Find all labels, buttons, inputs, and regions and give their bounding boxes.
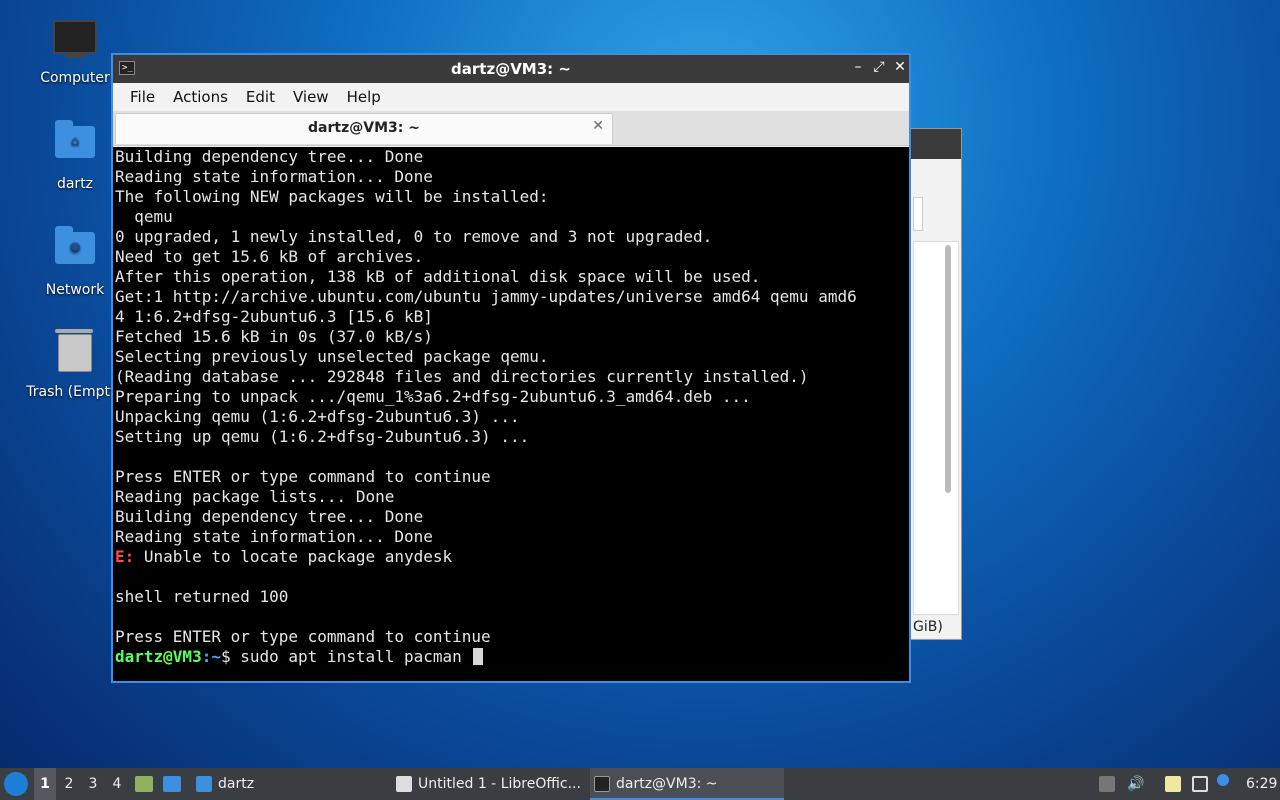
task-dartz[interactable]: dartz xyxy=(192,768,398,800)
workspace-1[interactable]: 1 xyxy=(34,768,56,800)
shell-returned-line: shell returned 100 xyxy=(115,587,289,606)
clock[interactable]: 6:29 xyxy=(1246,768,1277,800)
output-line: Preparing to unpack .../qemu_1%3a6.2+dfs… xyxy=(115,387,751,406)
terminal-window[interactable]: >_ dartz@VM3: ~ – ⤢ ✕ File Actions Edit … xyxy=(111,53,911,683)
window-title: dartz@VM3: ~ xyxy=(451,60,571,78)
workspace-2[interactable]: 2 xyxy=(58,768,80,800)
folder-icon xyxy=(196,776,212,792)
menu-help[interactable]: Help xyxy=(338,88,390,106)
task-label: dartz@VM3: ~ xyxy=(616,776,718,792)
menu-edit[interactable]: Edit xyxy=(237,88,284,106)
terminal-lines: Building dependency tree... Done Reading… xyxy=(115,147,857,667)
computer-icon xyxy=(53,20,97,64)
task-libreoffice[interactable]: Untitled 1 - LibreOffic... xyxy=(392,768,608,800)
press-enter-line: Press ENTER or type command to continue xyxy=(115,627,491,646)
tab-close-icon[interactable]: ✕ xyxy=(592,118,604,134)
prompt-path: :~ xyxy=(201,647,221,666)
output-line: Setting up qemu (1:6.2+dfsg-2ubuntu6.3) … xyxy=(115,427,530,446)
menu-view[interactable]: View xyxy=(284,88,338,106)
taskbar: 1 2 3 4 dartz Untitled 1 - LibreOffic...… xyxy=(0,768,1280,800)
maximize-icon[interactable]: ⤢ xyxy=(870,59,888,75)
window-titlebar[interactable]: >_ dartz@VM3: ~ – ⤢ ✕ xyxy=(113,55,909,83)
output-line: Need to get 15.6 kB of archives. xyxy=(115,247,424,266)
prompt-symbol: $ xyxy=(220,647,241,666)
output-line: 0 upgraded, 1 newly installed, 0 to remo… xyxy=(115,227,713,246)
task-label: Untitled 1 - LibreOffic... xyxy=(418,776,581,792)
tab-title: dartz@VM3: ~ xyxy=(308,120,420,136)
output-line: Reading state information... Done xyxy=(115,527,433,546)
network-icon[interactable] xyxy=(1192,776,1208,792)
task-terminal[interactable]: dartz@VM3: ~ xyxy=(590,768,784,800)
output-line: Unpacking qemu (1:6.2+dfsg-2ubuntu6.3) .… xyxy=(115,407,520,426)
menu-file[interactable]: File xyxy=(121,88,164,106)
workspace-4[interactable]: 4 xyxy=(106,768,128,800)
volume-icon[interactable]: 🔊 xyxy=(1127,776,1144,792)
output-line: Get:1 http://archive.ubuntu.com/ubuntu j… xyxy=(115,287,857,306)
background-window-text: GiB) xyxy=(913,619,943,635)
output-line: The following NEW packages will be insta… xyxy=(115,187,549,206)
output-line: Building dependency tree... Done xyxy=(115,147,424,166)
desktop-launcher-icon[interactable] xyxy=(163,776,181,792)
close-icon[interactable]: ✕ xyxy=(891,59,909,75)
output-line: Press ENTER or type command to continue xyxy=(115,467,491,486)
error-message: Unable to locate package anydesk xyxy=(134,547,453,566)
file-manager-launcher-icon[interactable] xyxy=(135,776,153,792)
output-line: Fetched 15.6 kB in 0s (37.0 kB/s) xyxy=(115,327,433,346)
document-icon xyxy=(396,776,412,792)
output-line: Building dependency tree... Done xyxy=(115,507,424,526)
desktop-icon-label: Trash (Empty) xyxy=(26,384,124,400)
start-menu-icon[interactable] xyxy=(4,772,28,796)
menu-bar: File Actions Edit View Help xyxy=(113,83,909,111)
network-folder-icon: ◉ xyxy=(53,226,97,276)
output-line: Reading state information... Done xyxy=(115,167,433,186)
text-cursor xyxy=(473,648,484,665)
tab-bar: dartz@VM3: ~ ✕ xyxy=(113,111,909,146)
output-line: Reading package lists... Done xyxy=(115,487,395,506)
error-prefix: E: xyxy=(115,547,135,566)
terminal-tab[interactable]: dartz@VM3: ~ ✕ xyxy=(115,113,613,144)
home-folder-icon: ⌂ xyxy=(53,120,97,170)
output-line: qemu xyxy=(115,207,173,226)
output-line: (Reading database ... 292848 files and d… xyxy=(115,367,809,386)
background-window-field[interactable] xyxy=(913,197,923,231)
minimize-icon[interactable]: – xyxy=(849,59,867,75)
task-label: dartz xyxy=(218,776,255,792)
output-line: After this operation, 138 kB of addition… xyxy=(115,267,761,286)
menu-actions[interactable]: Actions xyxy=(164,88,237,106)
clipboard-icon[interactable] xyxy=(1165,776,1181,792)
command-input[interactable]: sudo apt install pacman xyxy=(240,647,462,666)
background-window-scrollbar[interactable] xyxy=(945,245,951,493)
desktop-icon-label: dartz xyxy=(56,176,94,192)
trash-icon xyxy=(53,329,97,378)
desktop-icon-label: Computer xyxy=(40,70,110,86)
terminal-icon xyxy=(594,776,610,792)
output-line: 4 1:6.2+dfsg-2ubuntu6.3 [15.6 kB] xyxy=(115,307,433,326)
terminal-output[interactable]: Building dependency tree... Done Reading… xyxy=(113,147,909,681)
desktop-icon-label: Network xyxy=(45,282,105,298)
eject-icon[interactable] xyxy=(1099,776,1115,792)
prompt-user: dartz@VM3 xyxy=(115,647,202,666)
output-line: Selecting previously unselected package … xyxy=(115,347,549,366)
background-window-panel xyxy=(913,241,959,615)
notification-icon[interactable] xyxy=(1217,774,1229,786)
workspace-3[interactable]: 3 xyxy=(82,768,104,800)
